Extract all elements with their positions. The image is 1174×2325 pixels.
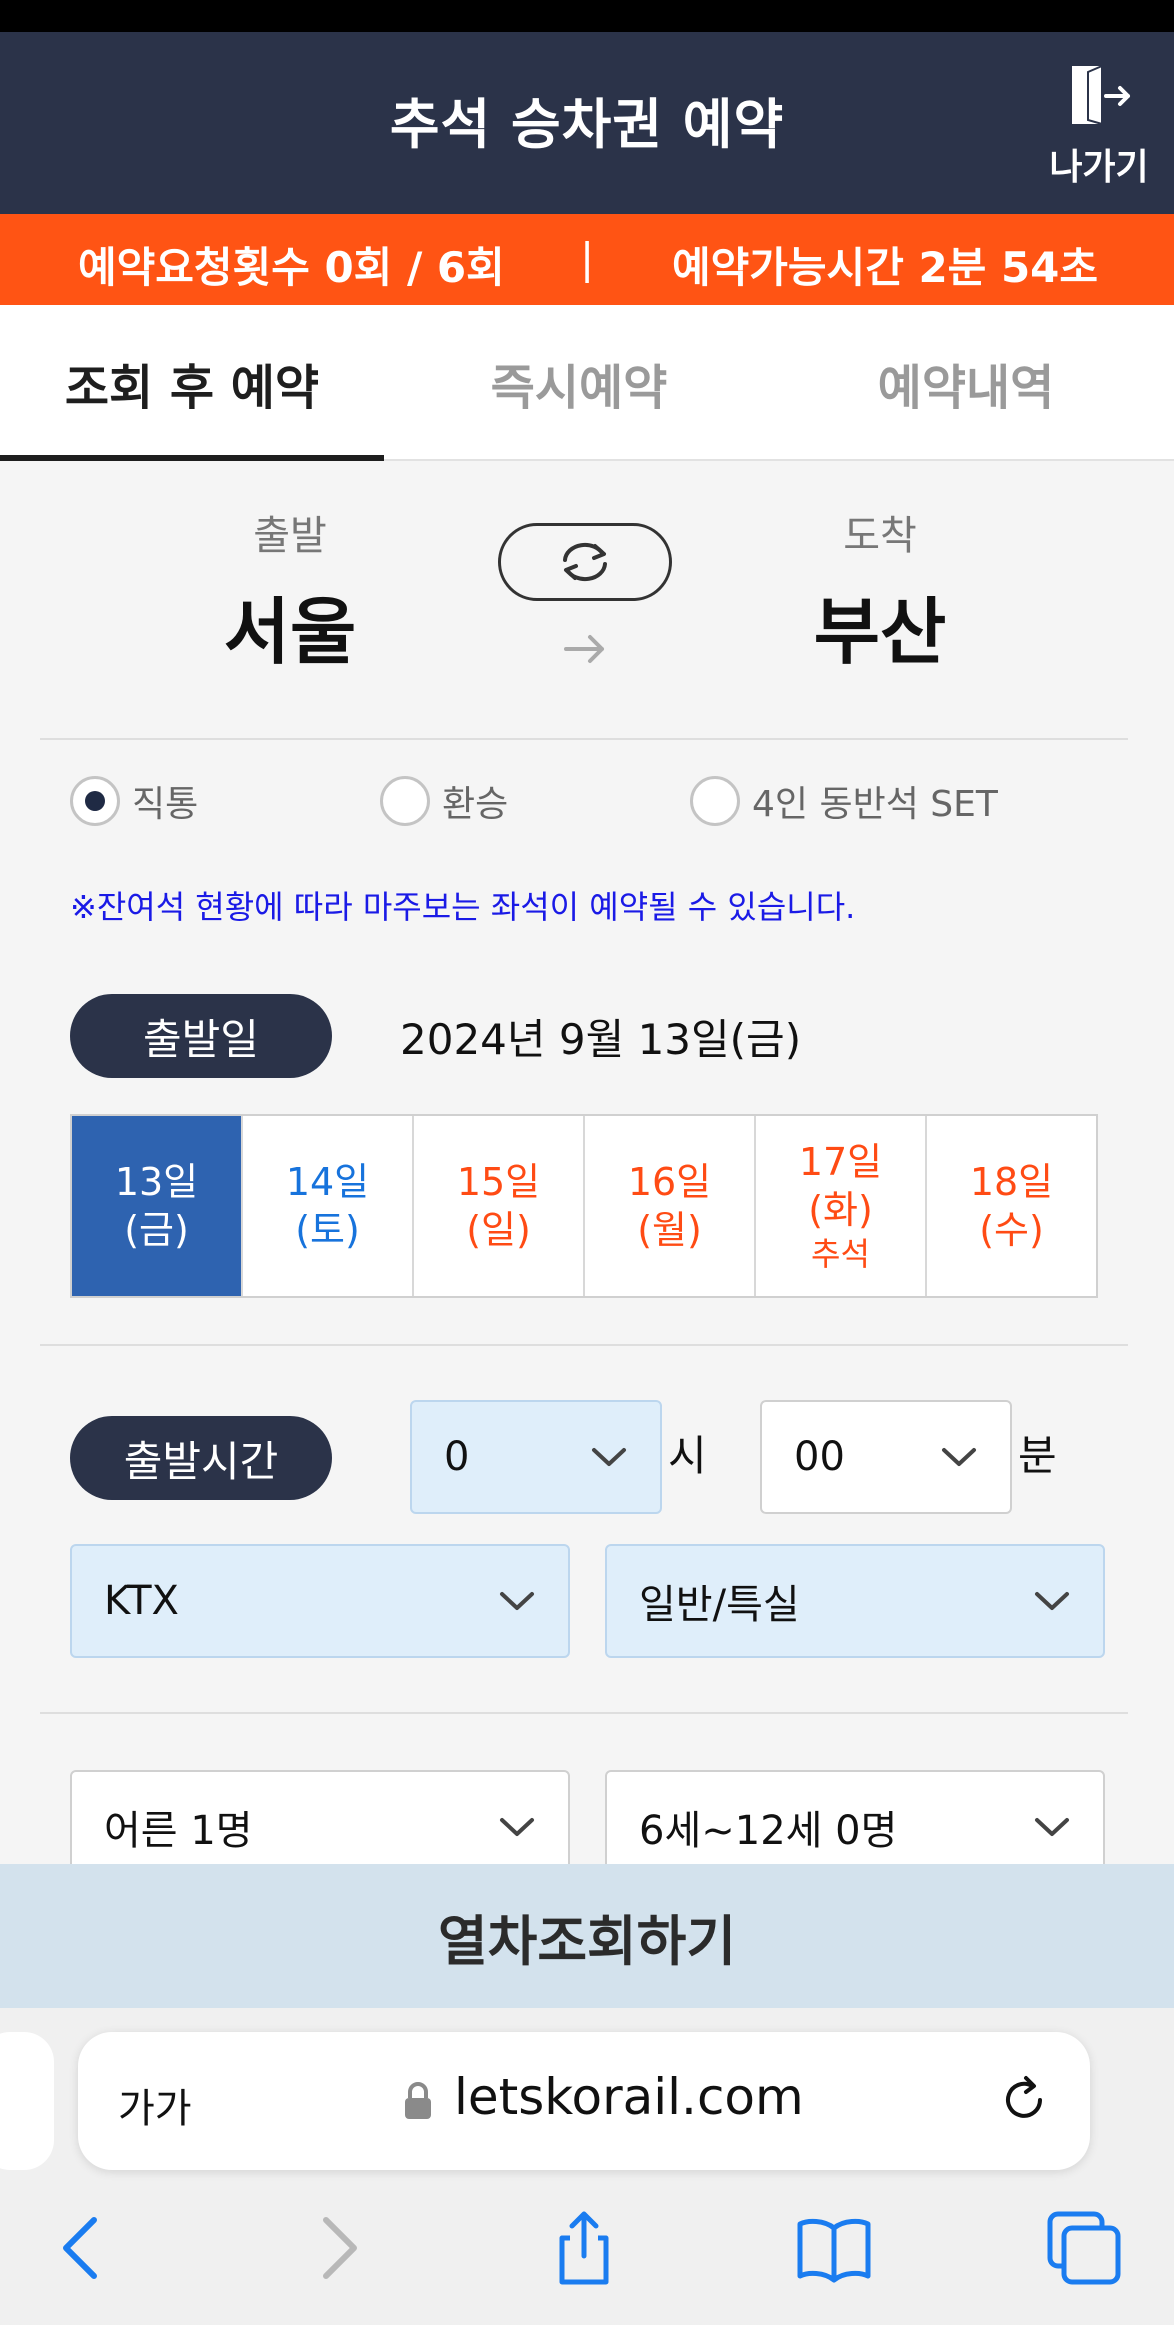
- selected-date-text: 2024년 9월 13일(금): [400, 1015, 802, 1064]
- tab-instant-reserve[interactable]: 즉시예약: [387, 305, 771, 461]
- departure-station[interactable]: 서울: [140, 573, 440, 678]
- hour-unit: 시: [668, 1431, 707, 1480]
- tab-bar: 조회 후 예약 즉시예약 예약내역: [0, 305, 1174, 461]
- radio-direct[interactable]: 직통: [70, 775, 198, 827]
- bookmarks-icon[interactable]: [794, 2208, 874, 2288]
- trip-type-options: 직통 환승 4인 동반석 SET: [70, 775, 1130, 835]
- tabs-icon[interactable]: [1044, 2208, 1124, 2288]
- adult-count-value: 어른 1명: [104, 1808, 253, 1854]
- arrival-label: 도착: [843, 513, 917, 559]
- minute-select[interactable]: 00: [760, 1400, 1012, 1514]
- chevron-down-icon: [500, 1592, 534, 1610]
- seat-notice: ※잔여석 현황에 따라 마주보는 좌석이 예약될 수 있습니다.: [70, 888, 856, 926]
- date-day: 15일: [456, 1160, 541, 1204]
- reservation-status-bar: 예약요청횟수 0회 / 6회 | 예약가능시간 2분 54초: [0, 214, 1174, 305]
- browser-chrome: 가가 letskorail.com: [0, 2008, 1174, 2325]
- train-type-value: KTX: [104, 1578, 179, 1624]
- date-day: 18일: [969, 1160, 1054, 1204]
- divider: [40, 1712, 1128, 1714]
- app-header: 추석 승차권 예약 나가기: [0, 32, 1174, 214]
- chevron-down-icon: [592, 1448, 626, 1466]
- date-weekday: (화): [808, 1188, 873, 1232]
- chevron-down-icon: [500, 1818, 534, 1836]
- reload-icon[interactable]: [996, 2072, 1052, 2128]
- date-weekday: (토): [295, 1208, 360, 1252]
- date-weekday: (수): [979, 1208, 1044, 1252]
- chevron-down-icon: [1035, 1592, 1069, 1610]
- date-weekday: (월): [637, 1208, 702, 1252]
- date-option[interactable]: 17일 (화) 추석: [756, 1116, 927, 1296]
- chevron-down-icon: [1035, 1818, 1069, 1836]
- seat-class-value: 일반/특실: [639, 1582, 800, 1628]
- page-title: 추석 승차권 예약: [389, 93, 785, 156]
- date-picker: 13일 (금) 14일 (토) 15일 (일) 16일 (월) 17일 (화) …: [70, 1114, 1098, 1298]
- radio-label: 직통: [132, 784, 199, 825]
- radio-family-seat-set[interactable]: 4인 동반석 SET: [690, 775, 998, 827]
- search-trains-button[interactable]: 열차조회하기: [0, 1864, 1174, 2008]
- date-option[interactable]: 15일 (일): [414, 1116, 585, 1296]
- radio-label: 환승: [442, 784, 509, 825]
- exit-button[interactable]: 나가기: [1044, 62, 1154, 192]
- address-bar[interactable]: 가가 letskorail.com: [78, 2032, 1090, 2170]
- date-weekday: (일): [466, 1208, 531, 1252]
- date-day: 17일: [798, 1140, 883, 1184]
- status-bar: [0, 0, 1174, 32]
- swap-stations-button[interactable]: [498, 523, 672, 601]
- seat-class-select[interactable]: 일반/특실: [605, 1544, 1105, 1658]
- right-arrow-icon: [564, 635, 604, 663]
- divider: [40, 1344, 1128, 1346]
- hour-value: 0: [444, 1434, 470, 1480]
- radio-transfer[interactable]: 환승: [380, 775, 508, 827]
- status-separator: |: [580, 234, 595, 283]
- lock-icon: [405, 2082, 431, 2119]
- date-weekday: (금): [124, 1208, 189, 1252]
- child-count-value: 6세~12세 0명: [639, 1808, 898, 1854]
- radio-checked-icon: [70, 776, 120, 826]
- radio-label: 4인 동반석 SET: [752, 784, 998, 825]
- share-icon[interactable]: [544, 2208, 624, 2288]
- minute-value: 00: [794, 1434, 845, 1480]
- radio-unchecked-icon: [690, 776, 740, 826]
- train-type-select[interactable]: KTX: [70, 1544, 570, 1658]
- previous-tab-preview[interactable]: [0, 2032, 54, 2170]
- request-count: 예약요청횟수 0회 / 6회: [78, 243, 505, 292]
- forward-icon[interactable]: [298, 2208, 378, 2288]
- divider: [40, 738, 1128, 740]
- tab-reservation-history[interactable]: 예약내역: [774, 305, 1158, 461]
- swap-icon: [563, 542, 607, 582]
- date-option[interactable]: 13일 (금): [72, 1116, 243, 1296]
- date-day: 13일: [114, 1160, 199, 1204]
- holiday-note: 추석: [811, 1235, 870, 1273]
- date-option[interactable]: 18일 (수): [927, 1116, 1096, 1296]
- hour-select[interactable]: 0: [410, 1400, 662, 1514]
- chevron-down-icon: [942, 1448, 976, 1466]
- text-size-button[interactable]: 가가: [118, 2076, 192, 2134]
- route-selector: 출발 서울 도착 부산: [0, 461, 1174, 741]
- time-remaining: 예약가능시간 2분 54초: [672, 243, 1099, 292]
- tab-search-then-reserve[interactable]: 조회 후 예약: [0, 305, 384, 461]
- departure-label: 출발: [253, 513, 327, 559]
- arrival-station[interactable]: 부산: [730, 573, 1030, 678]
- date-option[interactable]: 14일 (토): [243, 1116, 414, 1296]
- date-option[interactable]: 16일 (월): [585, 1116, 756, 1296]
- departure-time-pill: 출발시간: [70, 1416, 332, 1500]
- departure-date-pill: 출발일: [70, 994, 332, 1078]
- exit-label: 나가기: [1049, 147, 1149, 188]
- minute-unit: 분: [1018, 1431, 1057, 1480]
- date-day: 16일: [627, 1160, 712, 1204]
- browser-toolbar: [0, 2198, 1174, 2308]
- back-icon[interactable]: [42, 2208, 122, 2288]
- url-text: letskorail.com: [454, 2068, 804, 2126]
- exit-door-icon: [1072, 64, 1130, 126]
- radio-unchecked-icon: [380, 776, 430, 826]
- date-day: 14일: [285, 1160, 370, 1204]
